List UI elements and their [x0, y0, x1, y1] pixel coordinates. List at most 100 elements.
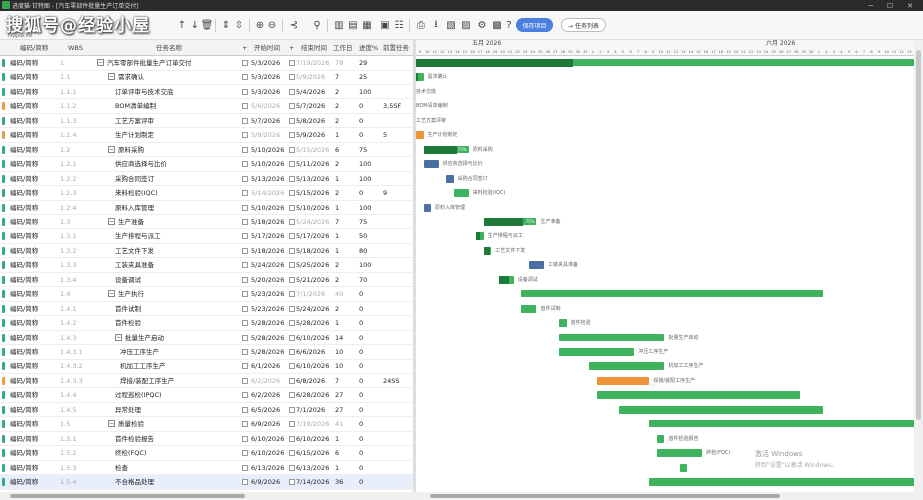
layout-split-icon[interactable]: ▤	[347, 19, 359, 31]
row-end-date[interactable]: 5/17/2026	[296, 229, 329, 243]
excel-icon[interactable]: ▧	[445, 19, 457, 31]
table-row[interactable]: 编码/简称 1.1 − 需求确认 5/3/2026 5/9/2026 7 25	[0, 70, 413, 85]
header-add[interactable]: +	[242, 40, 247, 56]
table-row[interactable]: 编码/简称 1.1.2 BOM清单编制 5/6/2026 5/7/2026 2 0 3,5SF	[0, 99, 413, 114]
start-checkbox[interactable]	[242, 276, 248, 283]
row-start-date[interactable]: 5/28/2026	[251, 316, 284, 330]
row-task-name[interactable]: 生产准备	[118, 215, 240, 229]
header-wbs[interactable]: WBS	[68, 40, 83, 56]
row-start-date[interactable]: 5/9/2026	[251, 128, 280, 142]
row-work-days[interactable]: 2	[335, 186, 339, 200]
table-row[interactable]: 编码/简称 1.4.3 − 批量生产启动 5/28/2026 6/10/2026 14 0	[0, 331, 413, 346]
row-task-name[interactable]: 质量检验	[118, 417, 240, 431]
header-code[interactable]: 编码/简称	[20, 40, 48, 56]
row-work-days[interactable]: 14	[335, 331, 343, 345]
table-row[interactable]: 编码/简称 1.3.2 工艺文件下发 5/18/2026 5/18/2026 1 80	[0, 244, 413, 259]
row-progress[interactable]: 0	[359, 388, 363, 402]
grid-scroll-thumb[interactable]	[10, 494, 245, 498]
row-end-date[interactable]: 7/19/2026	[296, 417, 329, 431]
gantt-bar[interactable]	[656, 434, 665, 443]
header-pred[interactable]: 前置任务	[383, 40, 409, 56]
table-row[interactable]: 编码/简称 1.5.2 终检(FQC) 6/10/2026 6/15/2026 6 0	[0, 446, 413, 461]
row-start-date[interactable]: 5/28/2026	[251, 345, 284, 359]
row-work-days[interactable]: 10	[335, 345, 343, 359]
gantt-bar[interactable]	[656, 449, 703, 458]
start-checkbox[interactable]	[242, 363, 248, 370]
end-checkbox[interactable]	[289, 60, 295, 66]
row-start-date[interactable]: 5/3/2026	[251, 56, 280, 70]
layout-left-icon[interactable]: ▥	[333, 19, 345, 31]
row-start-date[interactable]: 5/14/2026	[251, 186, 284, 200]
gantt-bar[interactable]	[521, 304, 537, 313]
start-checkbox[interactable]	[242, 320, 248, 327]
row-progress[interactable]: 0	[359, 374, 363, 388]
table-row[interactable]: 编码/简称 1.5 − 质量检验 6/9/2026 7/19/2026 41 0	[0, 417, 413, 432]
row-start-date[interactable]: 6/9/2026	[251, 475, 280, 489]
row-work-days[interactable]: 27	[335, 388, 343, 402]
row-task-name[interactable]: 生产执行	[118, 287, 240, 301]
maximize-icon[interactable]: ☐	[887, 2, 893, 10]
row-work-days[interactable]: 1	[335, 316, 339, 330]
row-start-date[interactable]: 5/20/2026	[251, 273, 284, 287]
row-progress[interactable]: 0	[359, 331, 363, 345]
row-progress[interactable]: 70	[359, 273, 367, 287]
link-icon[interactable]: ⊰	[288, 19, 300, 31]
table-row[interactable]: 编码/简称 1.4.3.1 冲压工序生产 5/28/2026 6/6/2026 10 0	[0, 345, 413, 360]
start-checkbox[interactable]	[242, 161, 248, 168]
gantt-bar[interactable]	[483, 246, 492, 255]
expand-icon[interactable]: ⇕	[220, 19, 232, 31]
zoom-out-icon[interactable]: ⊖	[266, 19, 278, 31]
end-checkbox[interactable]	[289, 349, 295, 355]
row-progress[interactable]: 100	[359, 258, 371, 272]
end-checkbox[interactable]	[289, 190, 295, 197]
row-progress[interactable]: 0	[359, 345, 363, 359]
table-row[interactable]: 编码/简称 1.2.1 供应商选择与比价 5/10/2026 5/11/2026 2 100	[0, 157, 413, 172]
move-up-icon[interactable]: ↑	[176, 19, 188, 31]
start-checkbox[interactable]	[242, 349, 248, 355]
delete-icon[interactable]: 🗑	[201, 19, 214, 31]
row-end-date[interactable]: 5/28/2026	[296, 316, 329, 330]
start-checkbox[interactable]	[242, 247, 248, 254]
row-predecessor[interactable]: 24SS	[383, 374, 400, 388]
row-progress[interactable]: 75	[359, 215, 367, 229]
gantt-bar[interactable]: 29%	[416, 59, 914, 67]
table-row[interactable]: 编码/简称 1.3.4 设备调试 5/20/2026 5/21/2026 2 70	[0, 273, 413, 288]
row-task-name[interactable]: 工艺方案评审	[115, 114, 240, 128]
row-work-days[interactable]: 1	[335, 229, 339, 243]
header-name[interactable]: 任务名称	[156, 40, 182, 56]
row-work-days[interactable]: 6	[335, 446, 339, 460]
start-checkbox[interactable]	[242, 479, 248, 486]
end-checkbox[interactable]	[289, 392, 295, 399]
gantt-bar[interactable]	[446, 174, 454, 183]
table-row[interactable]: 编码/简称 1.3.1 生产排程与派工 5/17/2026 5/17/2026 1 50	[0, 229, 413, 244]
start-checkbox[interactable]	[242, 88, 248, 95]
row-task-name[interactable]: 终检(FQC)	[115, 446, 240, 460]
row-task-name[interactable]: 检查	[115, 461, 240, 475]
row-start-date[interactable]: 5/3/2026	[251, 85, 280, 99]
row-progress[interactable]: 80	[359, 244, 367, 258]
expand-toggle-icon[interactable]: −	[97, 59, 104, 66]
row-predecessor[interactable]: 9	[383, 186, 387, 200]
row-start-date[interactable]: 5/7/2026	[251, 114, 280, 128]
row-end-date[interactable]: 5/13/2026	[296, 172, 329, 186]
header-end[interactable]: 结束时间	[301, 40, 327, 56]
row-task-name[interactable]: BOM清单编制	[115, 99, 240, 113]
row-work-days[interactable]: 7	[335, 215, 339, 229]
start-checkbox[interactable]	[242, 450, 248, 457]
row-progress[interactable]: 100	[359, 85, 371, 99]
row-task-name[interactable]: 首件试制	[115, 302, 240, 316]
row-end-date[interactable]: 5/15/2026	[296, 186, 329, 200]
users-icon[interactable]: ☷	[393, 19, 405, 31]
row-end-date[interactable]: 6/15/2026	[296, 446, 329, 460]
row-work-days[interactable]: 40	[335, 287, 343, 301]
row-progress[interactable]: 0	[359, 403, 363, 417]
start-checkbox[interactable]	[242, 421, 248, 428]
table-row[interactable]: 编码/简称 1.5.1 首件检验报告 6/10/2026 6/10/2026 1 0	[0, 432, 413, 447]
vertical-scrollbar[interactable]	[914, 40, 923, 500]
start-checkbox[interactable]	[242, 117, 248, 124]
gantt-bar[interactable]	[559, 319, 567, 328]
collapse-icon[interactable]: ⇳	[233, 19, 245, 31]
row-work-days[interactable]: 6	[335, 143, 339, 157]
table-row[interactable]: 编码/简称 1.4.1 首件试制 5/23/2026 5/24/2026 2 0	[0, 302, 413, 317]
start-checkbox[interactable]	[242, 406, 248, 413]
